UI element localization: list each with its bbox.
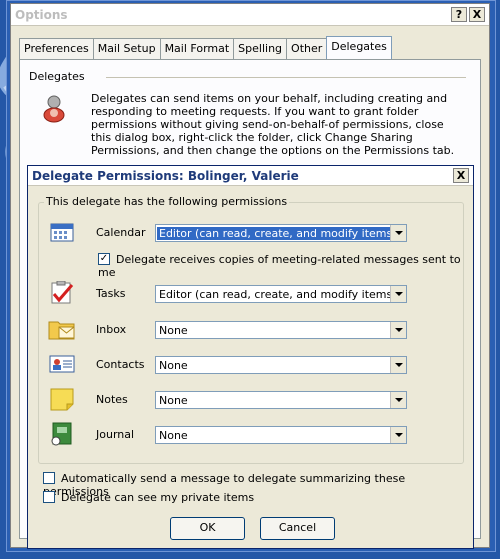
- meeting-copies-option[interactable]: ✓ Delegate receives copies of meeting-rel…: [98, 253, 473, 279]
- journal-permission-value: None: [159, 429, 188, 442]
- tab-other[interactable]: Other: [286, 38, 328, 60]
- notes-permission-select[interactable]: None: [155, 391, 407, 409]
- meeting-copies-label: Delegate receives copies of meeting-rela…: [98, 253, 461, 279]
- delegate-permissions-dialog: Delegate Permissions: Bolinger, Valerie …: [27, 165, 474, 549]
- cancel-button[interactable]: Cancel: [260, 517, 335, 540]
- private-items-option[interactable]: Delegate can see my private items: [43, 491, 254, 504]
- calendar-label: Calendar: [96, 226, 146, 239]
- journal-permission-select[interactable]: None: [155, 426, 407, 444]
- journal-label: Journal: [96, 428, 135, 441]
- delegates-description: Delegates can send items on your behalf,…: [91, 92, 455, 157]
- chevron-down-icon[interactable]: [390, 225, 406, 241]
- notes-sticky-icon: [50, 388, 74, 411]
- permissions-close-button[interactable]: X: [453, 168, 469, 183]
- delegates-section-label: Delegates: [29, 70, 85, 83]
- tasks-permission-value: Editor (can read, create, and modify ite…: [159, 288, 397, 301]
- chevron-down-icon[interactable]: [390, 427, 406, 443]
- journal-book-icon: [51, 422, 72, 446]
- inbox-label: Inbox: [96, 323, 127, 336]
- chevron-down-icon[interactable]: [390, 357, 406, 373]
- inbox-permission-value: None: [159, 324, 188, 337]
- section-divider: [106, 77, 466, 78]
- calendar-permission-value: Editor (can read, create, and modify ite…: [157, 227, 399, 240]
- tasks-permission-select[interactable]: Editor (can read, create, and modify ite…: [155, 285, 407, 303]
- delegate-people-icon: [43, 95, 65, 123]
- inbox-permission-select[interactable]: None: [155, 321, 407, 339]
- private-items-checkbox[interactable]: [43, 491, 55, 503]
- close-button[interactable]: X: [469, 7, 485, 22]
- chevron-down-icon[interactable]: [390, 286, 406, 302]
- options-title-bar: Options ? X: [11, 4, 489, 26]
- chevron-down-icon[interactable]: [390, 322, 406, 338]
- options-tabs: Preferences Mail Setup Mail Format Spelling…: [19, 34, 392, 62]
- permissions-title-bar: Delegate Permissions: Bolinger, Valerie …: [28, 166, 473, 186]
- options-title: Options: [15, 8, 68, 22]
- permissions-group-label: This delegate has the following permissi…: [44, 195, 290, 208]
- contacts-permission-value: None: [159, 359, 188, 372]
- tab-mail-format[interactable]: Mail Format: [159, 38, 235, 60]
- contacts-permission-select[interactable]: None: [155, 356, 407, 374]
- notes-permission-value: None: [159, 394, 188, 407]
- tasks-label: Tasks: [96, 287, 126, 300]
- tab-spelling[interactable]: Spelling: [233, 38, 288, 60]
- auto-send-checkbox[interactable]: [43, 472, 55, 484]
- tab-mail-setup[interactable]: Mail Setup: [92, 38, 161, 60]
- inbox-folder-icon: [48, 321, 75, 340]
- private-items-label: Delegate can see my private items: [61, 491, 255, 504]
- contacts-label: Contacts: [96, 358, 145, 371]
- tasks-icon: [51, 281, 74, 304]
- ok-button[interactable]: OK: [170, 517, 245, 540]
- permissions-title: Delegate Permissions: Bolinger, Valerie: [32, 169, 299, 183]
- calendar-permission-select[interactable]: Editor (can read, create, and modify ite…: [155, 224, 407, 242]
- help-button[interactable]: ?: [451, 7, 467, 22]
- meeting-copies-checkbox[interactable]: ✓: [98, 253, 110, 265]
- chevron-down-icon[interactable]: [390, 392, 406, 408]
- contacts-card-icon: [49, 355, 75, 373]
- notes-label: Notes: [96, 393, 128, 406]
- calendar-icon: [50, 223, 74, 242]
- tab-preferences[interactable]: Preferences: [19, 38, 94, 60]
